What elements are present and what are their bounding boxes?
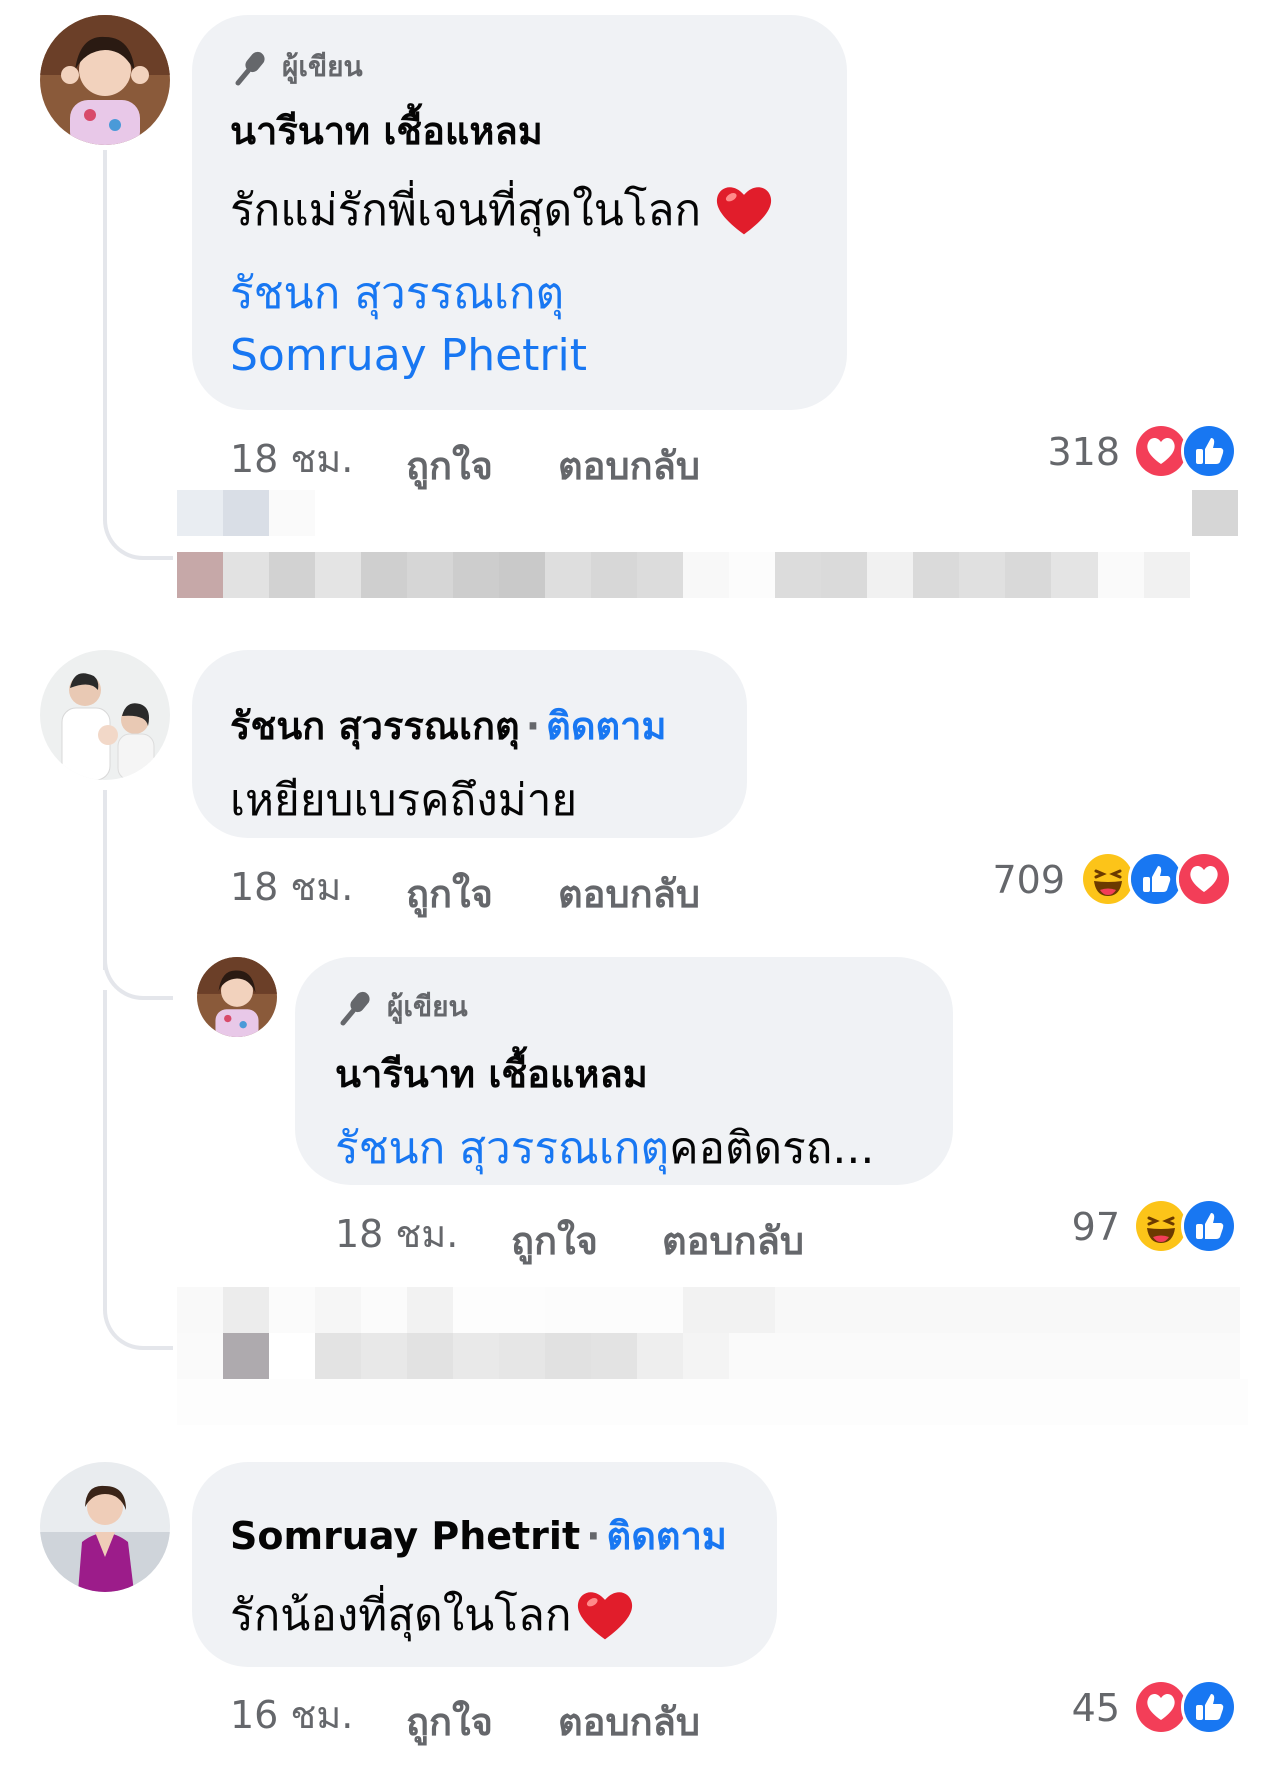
red-heart-icon (577, 1592, 632, 1640)
like-action[interactable]: ถูกใจ (406, 435, 493, 496)
like-icon (1181, 1198, 1237, 1254)
like-action[interactable]: ถูกใจ (406, 1691, 493, 1752)
thread-curve-2b (103, 1240, 173, 1350)
reaction-icons[interactable] (1133, 1198, 1237, 1254)
comment-header: รัชนก สุวรรณเกตุ · ติดตาม (230, 695, 667, 756)
reaction-icons[interactable] (1133, 423, 1237, 479)
red-heart-icon (716, 187, 772, 235)
comment-author[interactable]: นารีนาท เชื้อแหลม (230, 100, 543, 161)
reply-text: รัชนก สุวรรณเกตุ คอติดรถ... (335, 1113, 874, 1183)
comment-text-body: เหยียบเบรคถึงม่าย (230, 775, 578, 826)
mention-link[interactable]: รัชนก สุวรรณเกตุ (335, 1113, 669, 1183)
reaction-count[interactable]: 709 (960, 858, 1065, 902)
reaction-icons[interactable] (1133, 1679, 1237, 1735)
separator-dot: · (525, 704, 541, 748)
follow-button[interactable]: ติดตาม (607, 1514, 727, 1558)
like-icon (1181, 1679, 1237, 1735)
avatar[interactable] (40, 650, 170, 780)
avatar[interactable] (40, 1462, 170, 1592)
like-action[interactable]: ถูกใจ (406, 863, 493, 924)
microphone-icon (340, 991, 370, 1026)
comment-text: รักแม่รักพี่เจนที่สุดในโลก (230, 175, 773, 245)
avatar[interactable] (40, 15, 170, 145)
thread-curve-1 (103, 450, 173, 560)
comment-author[interactable]: รัชนก สุวรรณเกตุ (230, 704, 520, 748)
thread-curve-2a (103, 920, 173, 1000)
author-badge-label: ผู้เขียน (282, 50, 363, 83)
comment-author[interactable]: Somruay Phetrit (230, 1514, 580, 1558)
follow-button[interactable]: ติดตาม (546, 704, 666, 748)
author-badge: ผู้เขียน (337, 985, 468, 1029)
avatar[interactable] (197, 957, 277, 1037)
reply-action[interactable]: ตอบกลับ (558, 435, 700, 496)
comment-text: เหยียบเบรคถึงม่าย (230, 765, 577, 835)
reply-timestamp[interactable]: 18 ชม. (335, 1203, 458, 1264)
love-icon (1176, 851, 1232, 907)
reply-action[interactable]: ตอบกลับ (662, 1210, 804, 1271)
redacted-content (177, 1287, 1248, 1425)
avatar-image (40, 1462, 170, 1592)
comment-text: รักน้องที่สุดในโลก (230, 1580, 634, 1650)
redacted-content (177, 490, 1248, 614)
comment-timestamp[interactable]: 18 ชม. (230, 856, 353, 917)
comment-text-body: รักน้องที่สุดในโลก (230, 1590, 572, 1641)
thread-line-1 (103, 150, 107, 450)
reply-action[interactable]: ตอบกลับ (558, 1691, 700, 1752)
reply-action[interactable]: ตอบกลับ (558, 863, 700, 924)
like-icon (1181, 423, 1237, 479)
comment-timestamp[interactable]: 18 ชม. (230, 428, 353, 489)
author-badge-label: ผู้เขียน (387, 990, 468, 1023)
avatar-image (197, 957, 277, 1037)
like-action[interactable]: ถูกใจ (511, 1210, 598, 1271)
author-badge: ผู้เขียน (232, 45, 363, 89)
reaction-icons[interactable] (1080, 851, 1232, 907)
mention-link[interactable]: รัชนก สุวรรณเกตุ (230, 258, 564, 328)
reply-author[interactable]: นารีนาท เชื้อแหลม (335, 1043, 648, 1104)
comment-header: Somruay Phetrit · ติดตาม (230, 1505, 727, 1566)
separator-dot: · (586, 1514, 601, 1558)
comment-text-body: รักแม่รักพี่เจนที่สุดในโลก (230, 185, 702, 236)
avatar-image (40, 650, 170, 780)
reply-text-body: คอติดรถ... (669, 1123, 875, 1174)
thread-line-2b (103, 990, 107, 1240)
reaction-count[interactable]: 318 (1030, 430, 1120, 474)
mention-link[interactable]: Somruay Phetrit (230, 330, 587, 381)
reaction-count[interactable]: 45 (1030, 1686, 1120, 1730)
avatar-image (40, 15, 170, 145)
microphone-icon (235, 51, 265, 86)
comment-timestamp[interactable]: 16 ชม. (230, 1684, 353, 1745)
reaction-count[interactable]: 97 (1030, 1205, 1120, 1249)
